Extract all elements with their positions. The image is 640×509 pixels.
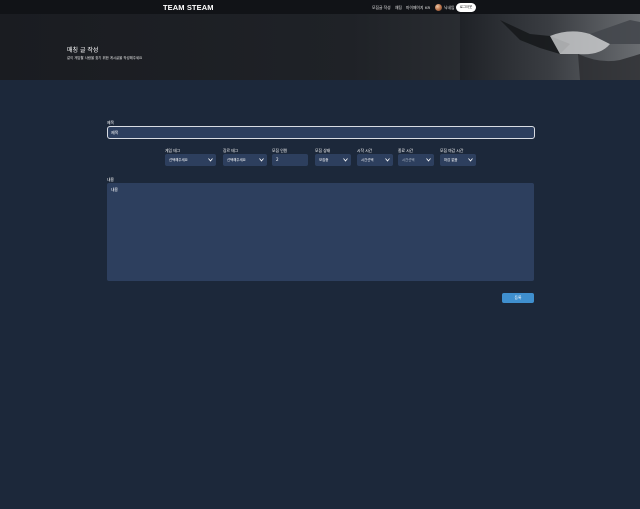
top-nav: TEAM STEAM 모집글 작성 채팅 마이페이지 KR 닉네임 로그아웃 bbox=[0, 0, 640, 14]
genre-tag-select[interactable]: 선택해주세요 bbox=[223, 154, 267, 166]
chevron-down-icon bbox=[208, 158, 213, 162]
start-time-select[interactable]: 시간선택 bbox=[357, 154, 393, 166]
submit-button[interactable]: 등록 bbox=[502, 293, 534, 303]
avatar[interactable] bbox=[435, 4, 442, 11]
nav-link-write-post[interactable]: 모집글 작성 bbox=[372, 5, 391, 11]
recruit-status-value: 모집중 bbox=[319, 158, 329, 162]
genre-tag-value: 선택해주세요 bbox=[227, 158, 246, 162]
start-time-value: 시간선택 bbox=[361, 158, 374, 162]
page-title: 매칭 글 작성 bbox=[67, 47, 99, 54]
nav-link-mypage[interactable]: 마이페이지 bbox=[406, 5, 423, 11]
deadline-select[interactable]: 마감 없음 bbox=[440, 154, 476, 166]
handshake-image bbox=[460, 14, 640, 80]
end-time-value: 시간선택 bbox=[402, 158, 415, 162]
chevron-down-icon bbox=[343, 158, 348, 162]
game-tag-value: 선택해주세요 bbox=[169, 158, 188, 162]
logout-button[interactable]: 로그아웃 bbox=[456, 3, 476, 12]
hero-banner: 매칭 글 작성 같이 게임할 사람을 찾기 위한 게시글을 작성해주세요 bbox=[0, 14, 640, 80]
member-count-input[interactable]: 2 bbox=[272, 154, 308, 166]
nav-link-language[interactable]: KR bbox=[425, 5, 430, 10]
chevron-down-icon bbox=[468, 158, 473, 162]
chevron-down-icon bbox=[385, 158, 390, 162]
end-time-select[interactable]: 시간선택 bbox=[398, 154, 434, 166]
chevron-down-icon bbox=[426, 158, 431, 162]
nav-link-chat[interactable]: 채팅 bbox=[395, 5, 402, 11]
page-subtitle: 같이 게임할 사람을 찾기 위한 게시글을 작성해주세요 bbox=[67, 56, 143, 60]
game-tag-select[interactable]: 선택해주세요 bbox=[165, 154, 216, 166]
chevron-down-icon bbox=[259, 158, 264, 162]
title-input[interactable]: 제목 bbox=[107, 126, 535, 139]
user-nickname[interactable]: 닉네임 bbox=[444, 5, 454, 11]
brand-logo[interactable]: TEAM STEAM bbox=[163, 3, 214, 12]
recruit-status-select[interactable]: 모집중 bbox=[315, 154, 351, 166]
deadline-value: 마감 없음 bbox=[444, 158, 458, 162]
content-textarea[interactable]: 내용 bbox=[107, 183, 534, 281]
